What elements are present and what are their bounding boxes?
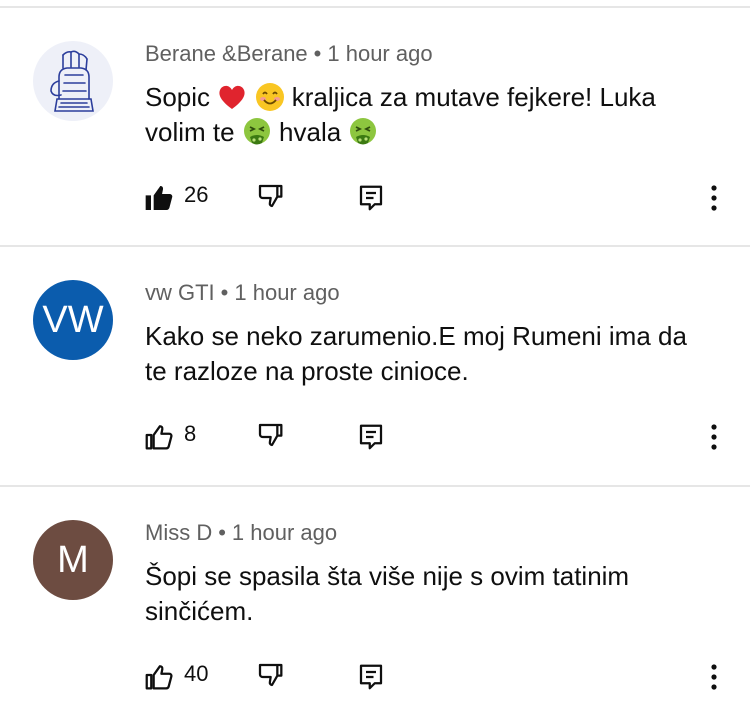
smiling-face-icon xyxy=(255,83,284,111)
more-options-button[interactable] xyxy=(700,176,728,220)
author-name[interactable]: Miss D xyxy=(145,520,212,545)
thumb-up-icon xyxy=(145,425,173,450)
reply-icon xyxy=(359,185,383,211)
fist-sketch-icon xyxy=(50,50,94,112)
comment-actions: 40 xyxy=(0,655,750,699)
comment-text: Šopi se spasila šta više nije s ovim tat… xyxy=(145,561,630,626)
comment-meta: Berane &Berane • 1 hour ago xyxy=(145,41,433,67)
author-name[interactable]: Berane &Berane xyxy=(145,41,308,66)
dislike-button[interactable] xyxy=(256,415,292,459)
thumb-down-icon xyxy=(258,423,283,447)
comment-actions: 26 xyxy=(0,176,750,220)
avatar[interactable]: VW xyxy=(33,280,113,360)
nauseated-face-icon xyxy=(243,118,270,145)
comment-item: M Miss D • 1 hour ago Šopi se spasila šta … xyxy=(0,487,750,725)
comment-item: VW vw GTI • 1 hour ago Kako se neko zarume… xyxy=(0,247,750,485)
meta-separator: • xyxy=(313,41,322,66)
more-options-button[interactable] xyxy=(700,415,728,459)
comment-text-part: Sopic xyxy=(145,82,218,112)
comment-meta: Miss D • 1 hour ago xyxy=(145,520,337,546)
reply-button[interactable] xyxy=(356,176,388,220)
avatar-initials: VW xyxy=(42,298,104,341)
nauseated-face-icon xyxy=(350,118,377,145)
more-vert-icon xyxy=(711,664,717,690)
like-count: 8 xyxy=(184,421,197,446)
comment-actions: 8 xyxy=(0,415,750,459)
thumb-down-icon xyxy=(258,663,283,687)
red-heart-icon xyxy=(219,85,245,109)
comment-time: 1 hour ago xyxy=(327,41,433,66)
meta-separator: • xyxy=(220,280,229,305)
thumb-up-icon xyxy=(145,186,173,210)
avatar-initials: M xyxy=(57,538,89,581)
comment-text: Sopic kraljica za mutave fejkere! Luka v… xyxy=(145,80,715,150)
like-button[interactable] xyxy=(143,655,179,699)
more-options-button[interactable] xyxy=(700,655,728,699)
reply-icon xyxy=(359,664,383,690)
comment-time: 1 hour ago xyxy=(231,520,338,545)
reply-icon xyxy=(359,424,383,450)
reply-button[interactable] xyxy=(356,655,388,699)
avatar[interactable]: M xyxy=(33,520,113,600)
avatar[interactable] xyxy=(33,41,113,121)
dislike-button[interactable] xyxy=(256,655,292,699)
more-vert-icon xyxy=(711,185,717,211)
meta-separator: • xyxy=(218,520,226,545)
like-count: 40 xyxy=(184,661,209,686)
thumb-down-icon xyxy=(258,184,283,208)
dislike-button[interactable] xyxy=(256,176,292,220)
comment-text-part: hvala xyxy=(271,117,349,147)
comment-item: Berane &Berane • 1 hour ago Sopic kraljica… xyxy=(0,8,750,246)
comment-meta: vw GTI • 1 hour ago xyxy=(145,280,340,306)
like-button[interactable] xyxy=(143,176,179,220)
like-button[interactable] xyxy=(143,415,179,459)
comment-text-part xyxy=(247,82,254,112)
thumb-up-icon xyxy=(145,665,173,690)
like-count: 26 xyxy=(184,182,209,207)
comment-text: Kako se neko zarumenio.E moj Rumeni ima … xyxy=(145,321,687,386)
comment-time: 1 hour ago xyxy=(234,280,340,305)
reply-button[interactable] xyxy=(356,415,388,459)
author-name[interactable]: vw GTI xyxy=(145,280,215,305)
more-vert-icon xyxy=(711,424,717,450)
